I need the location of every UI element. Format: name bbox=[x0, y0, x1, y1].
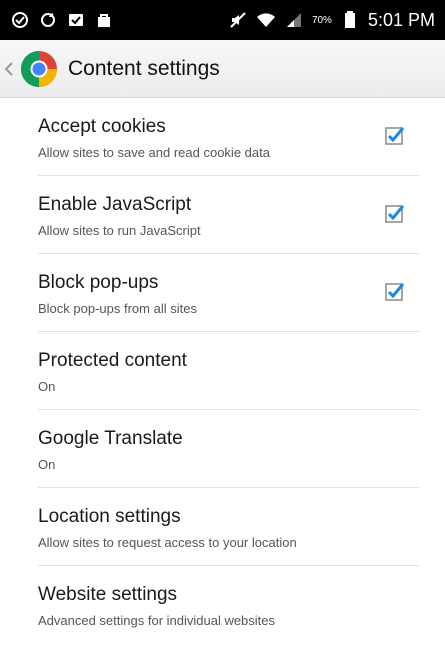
setting-title: Website settings bbox=[38, 584, 178, 605]
setting-title: Protected content bbox=[38, 350, 187, 371]
setting-subtitle: Allow sites to request access to your lo… bbox=[38, 535, 297, 550]
phone-screen: 70% 5:01 PM Content settings Accept cook… bbox=[0, 0, 445, 646]
setting-subtitle: Allow sites to run JavaScript bbox=[38, 223, 201, 238]
signal-icon bbox=[284, 10, 304, 30]
setting-subtitle: On bbox=[38, 379, 56, 394]
setting-enable-javascript[interactable]: Enable JavaScript Allow sites to run Jav… bbox=[38, 176, 420, 254]
setting-block-popups[interactable]: Block pop-ups Block pop-ups from all sit… bbox=[38, 254, 420, 332]
setting-location-settings[interactable]: Location settings Allow sites to request… bbox=[38, 488, 420, 566]
setting-title: Accept cookies bbox=[38, 116, 166, 137]
setting-protected-content[interactable]: Protected content On bbox=[38, 332, 420, 410]
setting-title: Block pop-ups bbox=[38, 272, 159, 293]
circle-check-icon bbox=[10, 10, 30, 30]
block-popups-checkbox[interactable] bbox=[384, 280, 406, 302]
setting-title: Enable JavaScript bbox=[38, 194, 192, 215]
enable-javascript-checkbox[interactable] bbox=[384, 202, 406, 224]
setting-subtitle: Advanced settings for individual website… bbox=[38, 613, 276, 628]
setting-title: Location settings bbox=[38, 506, 181, 527]
setting-subtitle: Block pop-ups from all sites bbox=[38, 301, 197, 316]
setting-google-translate[interactable]: Google Translate On bbox=[38, 410, 420, 488]
accept-cookies-checkbox[interactable] bbox=[384, 124, 406, 146]
setting-title: Google Translate bbox=[38, 428, 183, 449]
wifi-icon bbox=[256, 10, 276, 30]
shopping-bag-icon bbox=[94, 10, 114, 30]
setting-subtitle: On bbox=[38, 457, 56, 472]
sync-icon bbox=[38, 10, 58, 30]
setting-subtitle: Allow sites to save and read cookie data bbox=[38, 145, 270, 160]
settings-list: Accept cookies Allow sites to save and r… bbox=[0, 98, 445, 644]
setting-website-settings[interactable]: Website settings Advanced settings for i… bbox=[38, 566, 420, 644]
back-chevron-icon[interactable] bbox=[0, 40, 18, 98]
chrome-logo-icon[interactable] bbox=[20, 50, 58, 88]
battery-icon bbox=[340, 10, 360, 30]
battery-percent: 70% bbox=[311, 14, 332, 26]
status-right-icons: 70% 5:01 PM bbox=[228, 10, 435, 31]
message-check-icon bbox=[66, 10, 86, 30]
setting-accept-cookies[interactable]: Accept cookies Allow sites to save and r… bbox=[38, 98, 420, 176]
action-bar: Content settings bbox=[0, 40, 445, 98]
status-left-icons bbox=[10, 10, 114, 30]
status-bar: 70% 5:01 PM bbox=[0, 0, 445, 40]
mute-icon bbox=[228, 10, 248, 30]
page-title: Content settings bbox=[68, 56, 220, 80]
status-time: 5:01 PM bbox=[367, 9, 435, 30]
